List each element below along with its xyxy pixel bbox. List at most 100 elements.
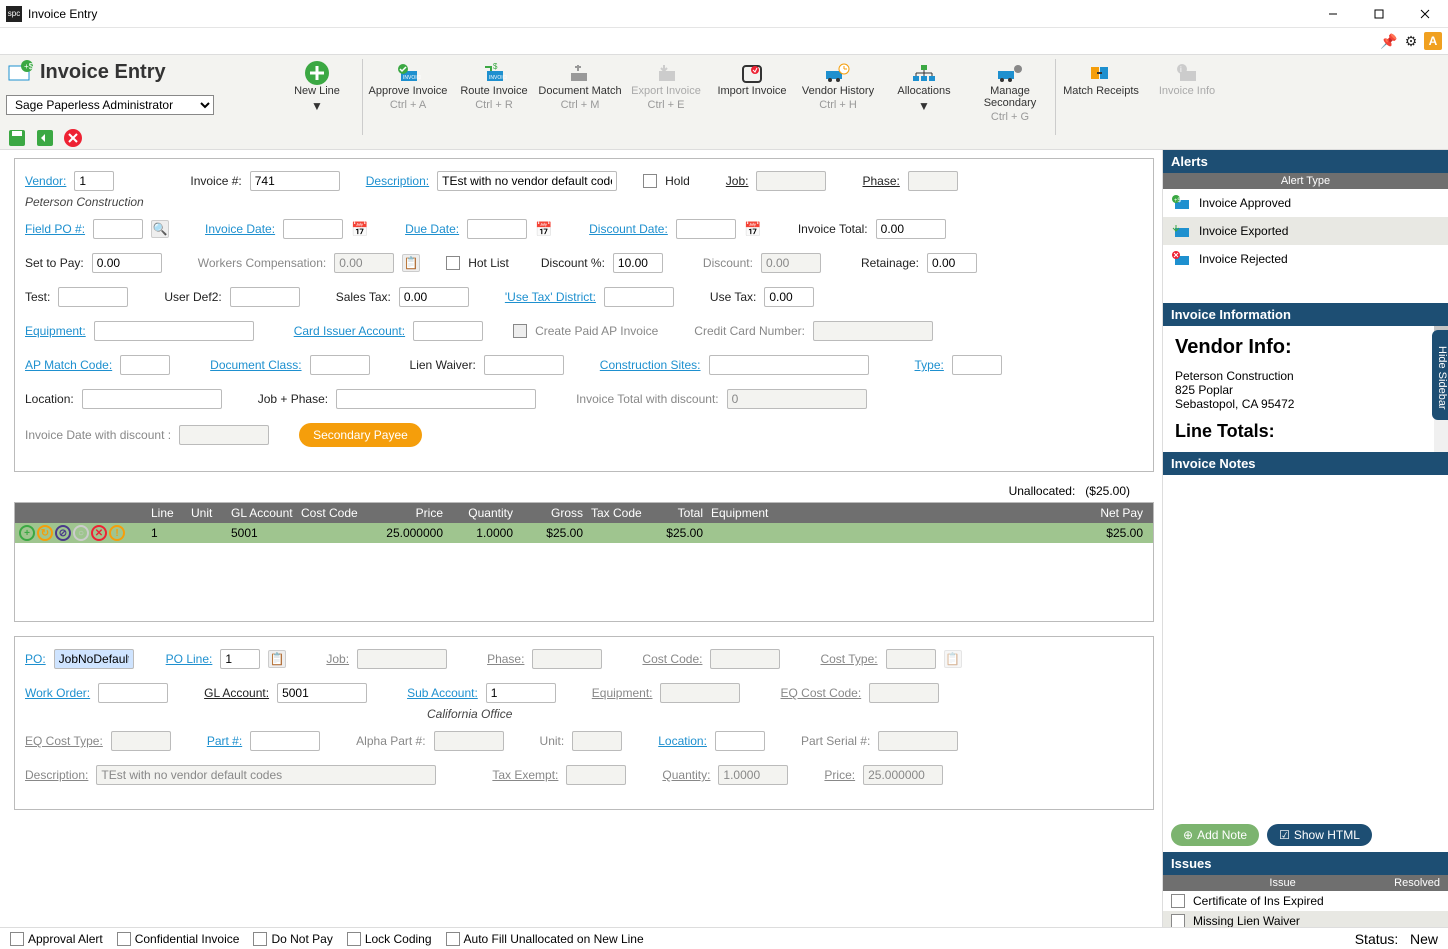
gl-account-field[interactable] <box>277 683 367 703</box>
use-tax-field[interactable] <box>764 287 814 307</box>
test-field[interactable] <box>58 287 128 307</box>
work-order-label[interactable]: Work Order: <box>25 686 90 700</box>
ap-match-label[interactable]: AP Match Code: <box>25 358 112 372</box>
delete-icon[interactable]: ✕ <box>91 525 107 541</box>
issue-checkbox[interactable] <box>1171 914 1185 928</box>
type-field[interactable] <box>952 355 1002 375</box>
cancel-icon[interactable] <box>62 127 84 149</box>
secondary-payee-button[interactable]: Secondary Payee <box>299 423 422 447</box>
due-date-label[interactable]: Due Date: <box>405 222 459 236</box>
detail-location-label[interactable]: Location: <box>658 734 707 748</box>
vendor-label[interactable]: Vendor: <box>25 174 66 188</box>
warning-icon[interactable]: ! <box>109 525 125 541</box>
hotlist-checkbox[interactable] <box>446 256 460 270</box>
chevron-down-icon[interactable]: ▼ <box>311 99 323 113</box>
manage-secondary-tool[interactable]: Manage Secondary Ctrl + G <box>967 59 1053 125</box>
calendar-icon[interactable]: 📅 <box>535 220 553 238</box>
po-line-label[interactable]: PO Line: <box>166 652 213 666</box>
issue-row[interactable]: Certificate of Ins Expired <box>1163 891 1448 911</box>
po-label[interactable]: PO: <box>25 652 46 666</box>
badge-a-icon[interactable]: A <box>1424 32 1442 50</box>
do-not-pay-checkbox[interactable]: Do Not Pay <box>253 932 332 946</box>
po-line-lookup-icon[interactable]: 📋 <box>268 650 286 668</box>
ban-icon[interactable]: ⊘ <box>55 525 71 541</box>
calendar-icon[interactable]: 📅 <box>744 220 762 238</box>
save-back-icon[interactable] <box>34 127 56 149</box>
construction-sites-label[interactable]: Construction Sites: <box>600 358 701 372</box>
type-label[interactable]: Type: <box>915 358 944 372</box>
work-order-field[interactable] <box>98 683 168 703</box>
card-issuer-field[interactable] <box>413 321 483 341</box>
pin-icon[interactable]: 📌 <box>1380 32 1398 50</box>
new-line-tool[interactable]: New Line ▼ <box>274 59 360 115</box>
vendor-field[interactable] <box>74 171 114 191</box>
usetax-district-field[interactable] <box>604 287 674 307</box>
allocations-tool[interactable]: Allocations ▼ <box>881 59 967 115</box>
sales-tax-field[interactable] <box>399 287 469 307</box>
description-label[interactable]: Description: <box>366 174 429 188</box>
userdef2-field[interactable] <box>230 287 300 307</box>
field-po-label[interactable]: Field PO #: <box>25 222 85 236</box>
hold-checkbox[interactable] <box>643 174 657 188</box>
lock-coding-checkbox[interactable]: Lock Coding <box>347 932 432 946</box>
due-date-field[interactable] <box>467 219 527 239</box>
card-issuer-label[interactable]: Card Issuer Account: <box>294 324 405 338</box>
job-phase-field[interactable] <box>336 389 536 409</box>
grid-row[interactable]: + ↻ ⊘ ○ ✕ ! 1 5001 25.000000 1.0000 $25.… <box>15 523 1153 543</box>
ap-match-field[interactable] <box>120 355 170 375</box>
match-receipts-tool[interactable]: Match Receipts <box>1058 59 1144 99</box>
invoice-date-label[interactable]: Invoice Date: <box>205 222 275 236</box>
description-field[interactable] <box>437 171 617 191</box>
admin-select[interactable]: Sage Paperless Administrator <box>6 95 214 115</box>
approval-alert-checkbox[interactable]: Approval Alert <box>10 932 103 946</box>
gear-icon[interactable]: ⚙ <box>1402 32 1420 50</box>
import-invoice-tool[interactable]: Import Invoice <box>709 59 795 99</box>
equipment-label[interactable]: Equipment: <box>25 324 86 338</box>
set-to-pay-field[interactable] <box>92 253 162 273</box>
invoice-number-field[interactable] <box>250 171 340 191</box>
vendor-history-tool[interactable]: Vendor History Ctrl + H <box>795 59 881 113</box>
detail-location-field[interactable] <box>715 731 765 751</box>
retainage-field[interactable] <box>927 253 977 273</box>
alert-row[interactable]: Invoice Rejected <box>1163 245 1448 273</box>
close-button[interactable] <box>1402 0 1448 28</box>
workers-comp-lookup-icon[interactable]: 📋 <box>402 254 420 272</box>
po-line-field[interactable] <box>220 649 260 669</box>
issue-checkbox[interactable] <box>1171 894 1185 908</box>
alert-row[interactable]: +$ Invoice Approved <box>1163 189 1448 217</box>
field-po-field[interactable] <box>93 219 143 239</box>
discount-pct-field[interactable] <box>613 253 663 273</box>
field-po-lookup-icon[interactable]: 🔍 <box>151 220 169 238</box>
refresh-icon[interactable]: ↻ <box>37 525 53 541</box>
document-match-tool[interactable]: Document Match Ctrl + M <box>537 59 623 113</box>
doc-class-label[interactable]: Document Class: <box>210 358 301 372</box>
po-field[interactable] <box>54 649 134 669</box>
location-field[interactable] <box>82 389 222 409</box>
confidential-invoice-checkbox[interactable]: Confidential Invoice <box>117 932 240 946</box>
hide-sidebar-tab[interactable]: Hide Sidebar <box>1432 330 1448 420</box>
route-invoice-tool[interactable]: $INVOICE Route Invoice Ctrl + R <box>451 59 537 113</box>
construction-sites-field[interactable] <box>709 355 869 375</box>
part-label[interactable]: Part #: <box>207 734 242 748</box>
usetax-district-label[interactable]: 'Use Tax' District: <box>505 290 596 304</box>
notes-body[interactable] <box>1163 475 1448 818</box>
part-field[interactable] <box>250 731 320 751</box>
alert-row[interactable]: Invoice Exported <box>1163 217 1448 245</box>
discount-date-field[interactable] <box>676 219 736 239</box>
invoice-total-field[interactable] <box>876 219 946 239</box>
sub-account-label[interactable]: Sub Account: <box>407 686 478 700</box>
save-icon[interactable] <box>6 127 28 149</box>
add-note-button[interactable]: ⊕Add Note <box>1171 824 1259 846</box>
autofill-checkbox[interactable]: Auto Fill Unallocated on New Line <box>446 932 644 946</box>
equipment-field[interactable] <box>94 321 254 341</box>
lien-waiver-field[interactable] <box>484 355 564 375</box>
sub-account-field[interactable] <box>486 683 556 703</box>
show-html-button[interactable]: ☑Show HTML <box>1267 824 1372 846</box>
approve-invoice-tool[interactable]: INVOICE Approve Invoice Ctrl + A <box>365 59 451 113</box>
invoice-date-field[interactable] <box>283 219 343 239</box>
minimize-button[interactable] <box>1310 0 1356 28</box>
discount-date-label[interactable]: Discount Date: <box>589 222 668 236</box>
plus-icon[interactable]: + <box>19 525 35 541</box>
chevron-down-icon[interactable]: ▼ <box>918 99 930 113</box>
calendar-icon[interactable]: 📅 <box>351 220 369 238</box>
